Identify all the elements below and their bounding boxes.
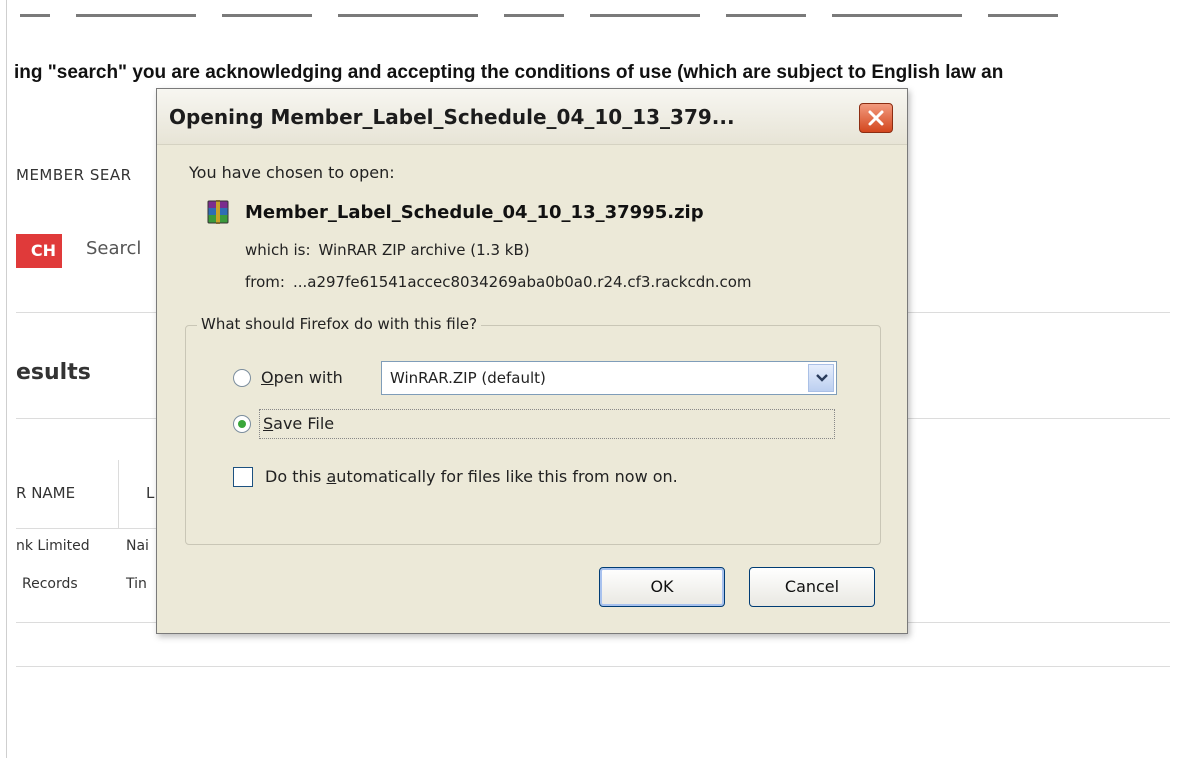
column-divider [118, 460, 119, 528]
open-with-app-value: WinRAR.ZIP (default) [390, 369, 546, 387]
member-search-heading: MEMBER SEAR [16, 166, 132, 184]
open-with-app-select[interactable]: WinRAR.ZIP (default) [381, 361, 837, 395]
save-file-focus-outline [259, 409, 835, 439]
row-divider [16, 528, 166, 529]
save-file-text: ave File [273, 414, 335, 433]
save-file-radio[interactable] [233, 415, 251, 433]
auto-action-text-before: Do this [265, 467, 327, 486]
search-button[interactable]: CH [16, 234, 62, 268]
page-left-border [6, 0, 7, 758]
open-with-text: pen with [273, 368, 343, 387]
cropped-text-line [20, 14, 1170, 20]
search-link[interactable]: Searcl [86, 238, 141, 259]
column-header-second[interactable]: L [146, 484, 154, 502]
column-header-member-name[interactable]: R NAME [16, 484, 75, 502]
conditions-notice: ing "search" you are acknowledging and a… [14, 62, 1004, 83]
auto-action-label[interactable]: Do this automatically for files like thi… [265, 467, 678, 486]
open-with-label[interactable]: Open with [261, 368, 343, 387]
winrar-archive-icon [207, 200, 229, 224]
file-source-line: from: ...a297fe61541accec8034269aba0b0a0.… [245, 273, 752, 291]
table-cell: Nai [126, 538, 149, 554]
dialog-title: Opening Member_Label_Schedule_04_10_13_3… [169, 105, 735, 129]
table-cell: nk Limited [16, 538, 90, 554]
open-with-accel: O [261, 368, 274, 387]
results-heading: esults [16, 360, 91, 385]
close-button[interactable] [859, 103, 893, 133]
dropdown-button[interactable] [808, 364, 834, 392]
intro-text: You have chosen to open: [189, 163, 395, 182]
table-cell: Tin [126, 576, 147, 592]
which-is-label: which is: [245, 241, 311, 259]
table-cell: Records [22, 576, 78, 592]
from-label: from: [245, 273, 285, 291]
auto-action-accel: a [326, 467, 337, 486]
auto-action-checkbox[interactable] [233, 467, 253, 487]
save-file-accel: S [263, 414, 274, 433]
file-type-value: WinRAR ZIP archive (1.3 kB) [318, 241, 530, 259]
dialog-titlebar[interactable]: Opening Member_Label_Schedule_04_10_13_3… [157, 89, 907, 145]
action-question: What should Firefox do with this file? [197, 315, 482, 333]
open-with-radio[interactable] [233, 369, 251, 387]
close-icon [868, 110, 884, 126]
chevron-down-icon [816, 374, 828, 382]
auto-action-text-after: utomatically for files like this from no… [336, 467, 678, 486]
divider [16, 666, 1170, 667]
file-name: Member_Label_Schedule_04_10_13_37995.zip [245, 202, 704, 223]
download-dialog: Opening Member_Label_Schedule_04_10_13_3… [156, 88, 908, 634]
ok-button[interactable]: OK [599, 567, 725, 607]
file-type-line: which is: WinRAR ZIP archive (1.3 kB) [245, 241, 530, 259]
cancel-button[interactable]: Cancel [749, 567, 875, 607]
save-file-label[interactable]: Save File [263, 414, 334, 433]
file-source-value: ...a297fe61541accec8034269aba0b0a0.r24.c… [292, 273, 752, 291]
